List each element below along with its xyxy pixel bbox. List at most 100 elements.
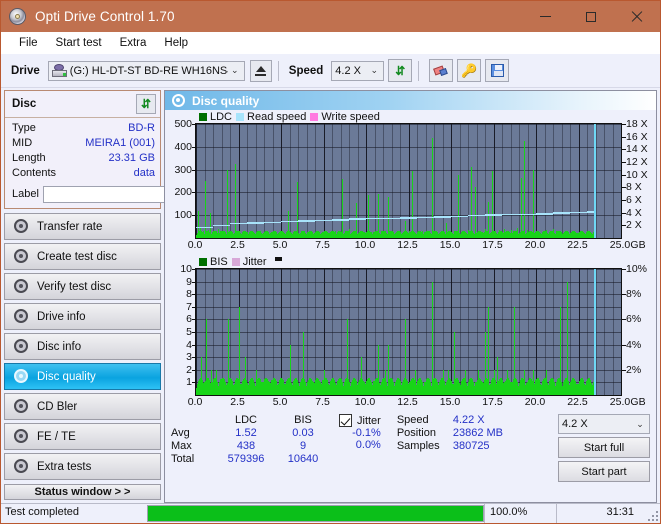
gridline-horizontal: [196, 357, 621, 359]
jitter-max-value: 0.0%: [355, 439, 381, 451]
maximize-icon: [586, 11, 596, 22]
test-speed-value: 4.2 X: [562, 418, 588, 430]
bis-plot-area[interactable]: [195, 268, 622, 396]
speed-key: Speed: [396, 414, 429, 426]
legend-swatch-write-speed: [310, 112, 319, 121]
bis-x-ticks: 0.0 2.5 5.0 7.5 10.0 12.5 15.0 17.5 20.0 22.5 25.0…: [188, 396, 646, 410]
read-speed-line: [536, 213, 553, 215]
y2-tick-label: 12 X: [622, 156, 648, 168]
gridline-vertical: [434, 124, 435, 238]
disc-mid-value: MEIRA1 (001): [85, 137, 155, 149]
jitter-label: Jitter: [357, 414, 381, 427]
position-cursor: [593, 124, 596, 238]
gridline-vertical: [502, 124, 503, 238]
disc-row-mid: MID MEIRA1 (001): [12, 136, 155, 151]
key-icon: 🔑: [461, 63, 478, 78]
speed-select[interactable]: 4.2 X ⌄: [331, 60, 385, 81]
stats-total-ldc: 579396: [227, 453, 265, 465]
status-window-button[interactable]: Status window > >: [4, 484, 161, 500]
chart-bar: [532, 169, 534, 238]
gridline-horizontal: [196, 369, 621, 371]
x-tick-label: 20.0: [524, 239, 546, 251]
ldc-plot-area[interactable]: [195, 123, 622, 239]
x-tick-label: 10.0: [354, 396, 376, 408]
read-speed-line: [332, 219, 349, 221]
y2-tick-label: 6 X: [622, 194, 642, 206]
sidebar-item-cd-bler[interactable]: CD Bler: [4, 393, 161, 420]
disc-length-label: Length: [12, 152, 46, 164]
start-part-button[interactable]: Start part: [558, 461, 650, 482]
status-bar: Test completed 100.0% 31:31: [1, 503, 660, 523]
read-speed-line: [400, 217, 417, 219]
y-tick-label: 1: [186, 376, 195, 389]
panel-header: Disc quality: [165, 91, 656, 110]
sidebar-item-create-test-disc[interactable]: Create test disc: [4, 243, 161, 270]
disc-refresh-button[interactable]: ⇵: [136, 94, 156, 114]
y-tick-label: 3: [186, 351, 195, 364]
legend-label: Jitter: [242, 255, 267, 268]
samples-value: 380725: [452, 440, 490, 452]
read-speed-line: [281, 220, 298, 223]
jitter-checkbox[interactable]: [339, 414, 352, 427]
legend-swatch-jitter: [231, 257, 240, 266]
menu-file[interactable]: File: [10, 35, 47, 51]
chart-bar: [520, 178, 522, 238]
menu-start-test[interactable]: Start test: [47, 35, 111, 51]
gridline-vertical: [544, 124, 546, 238]
sidebar-item-transfer-rate[interactable]: Transfer rate: [4, 213, 161, 240]
disc-mid-label: MID: [12, 137, 33, 149]
bis-x-axis: 0.0 2.5 5.0 7.5 10.0 12.5 15.0 17.5 20.0 22.5 25.0…: [165, 396, 656, 410]
legend-marker-extra: [274, 256, 282, 261]
speed-label: Speed: [288, 64, 324, 77]
progress-bar: [147, 505, 484, 522]
chart-bar: [457, 174, 459, 238]
drive-label: Drive: [11, 64, 40, 77]
disc-icon: [8, 7, 28, 27]
sidebar-item-disc-quality[interactable]: Disc quality: [4, 363, 161, 390]
drive-select-value: (G:) HL-DT-ST BD-RE WH16NS48 1.D3: [69, 64, 228, 77]
minimize-button[interactable]: [522, 1, 568, 32]
chart-bar: [471, 167, 473, 238]
eraser-icon: [433, 65, 449, 77]
sidebar-item-extra-tests[interactable]: Extra tests: [4, 453, 161, 480]
sidebar-item-label: Verify test disc: [37, 280, 112, 293]
sidebar-item-label: Disc info: [37, 340, 82, 353]
maximize-button[interactable]: [568, 1, 614, 32]
disc-info-panel: Disc ⇵ Type BD-R MID MEIRA1 (001) Length…: [4, 90, 245, 209]
erase-button[interactable]: [429, 59, 454, 82]
progress-percent: 100.0%: [484, 504, 556, 523]
y-tick-label: 8: [186, 288, 195, 301]
drive-select[interactable]: (G:) HL-DT-ST BD-RE WH16NS48 1.D3 ⌄: [47, 60, 245, 81]
save-icon: [490, 64, 504, 77]
start-full-button[interactable]: Start full: [558, 437, 650, 458]
key-button[interactable]: 🔑: [457, 59, 482, 82]
test-speed-select[interactable]: 4.2 X ⌄: [558, 414, 650, 434]
eject-icon: [255, 65, 267, 76]
resize-grip[interactable]: [648, 504, 660, 523]
x-tick-label: 15.0: [439, 396, 461, 408]
y2-tick-label: 6%: [621, 313, 642, 326]
stats-row-label-total: Total: [171, 453, 195, 465]
menu-extra[interactable]: Extra: [111, 35, 156, 51]
sidebar-item-drive-info[interactable]: Drive info: [4, 303, 161, 330]
disc-quality-icon: [172, 94, 185, 107]
read-speed-line: [519, 213, 536, 216]
sidebar-item-fe-te[interactable]: FE / TE: [4, 423, 161, 450]
x-tick-label: 7.5: [315, 239, 330, 251]
gridline-horizontal: [196, 344, 621, 346]
read-speed-line: [434, 216, 451, 218]
sidebar-item-verify-test-disc[interactable]: Verify test disc: [4, 273, 161, 300]
x-tick-label: 22.5: [567, 239, 588, 251]
gridline-vertical: [408, 124, 410, 238]
refresh-button[interactable]: ⇵: [388, 59, 413, 82]
y-tick-label: 400: [174, 140, 195, 153]
sidebar-item-disc-info[interactable]: Disc info: [4, 333, 161, 360]
ldc-chart: LDC Read speed Write speed 100 200 300 400 5…: [165, 110, 656, 253]
disc-test-icon: [14, 309, 29, 324]
disc-contents-label: Contents: [12, 167, 57, 179]
menu-help[interactable]: Help: [155, 35, 197, 51]
elapsed-time: 31:31: [556, 504, 648, 523]
eject-button[interactable]: [249, 59, 272, 82]
close-button[interactable]: [614, 1, 660, 32]
save-button[interactable]: [485, 59, 510, 82]
